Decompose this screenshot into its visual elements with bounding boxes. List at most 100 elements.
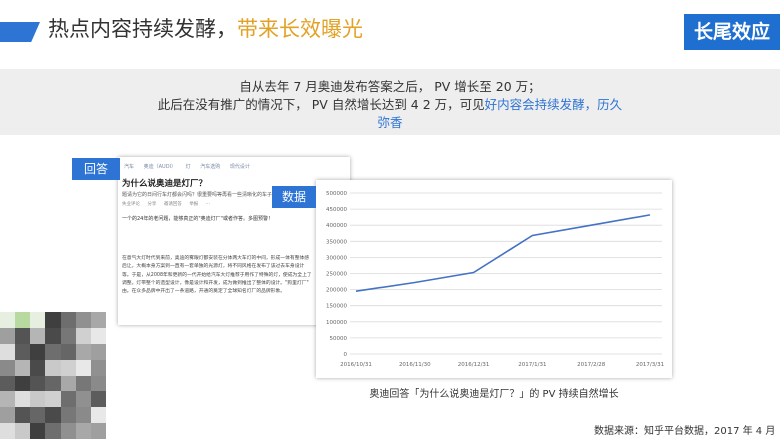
mosaic-tile (0, 312, 16, 328)
series-line (355, 214, 651, 293)
tag[interactable]: 汽车选购 (200, 164, 220, 170)
y-tick-label: 100000 (326, 320, 347, 326)
question-title[interactable]: 为什么说奥迪是灯厂？ (122, 177, 207, 189)
y-tick-label: 0 (344, 352, 348, 358)
summary-line-2-highlight: 好内容会持续发酵，历久 (484, 97, 623, 112)
answer-paragraph: 在意气大灯时代到来前，奥迪的雾眼灯都安装在分体两大车灯的中间，形成一体有整体感 … (122, 255, 346, 296)
mosaic-tile (90, 327, 106, 344)
x-tick-label: 2017/3/31 (636, 362, 664, 368)
mosaic-tile (15, 407, 31, 424)
mosaic-tile (60, 359, 76, 376)
mosaic-tile (75, 312, 91, 328)
tag[interactable]: 汽车 (124, 164, 134, 170)
mosaic-tile (30, 407, 46, 424)
mosaic-tile (0, 359, 16, 376)
mosaic-tile (75, 343, 91, 360)
pixelated-photo (0, 312, 106, 439)
action-more[interactable]: ··· (206, 202, 210, 207)
action-share[interactable]: 分享 (147, 202, 156, 207)
mosaic-tile (0, 391, 16, 408)
mosaic-tile (45, 391, 61, 408)
mosaic-tile (90, 391, 106, 408)
tag[interactable]: 灯 (186, 164, 191, 170)
y-tick-label: 500000 (326, 191, 347, 197)
mosaic-tile (90, 343, 106, 360)
mosaic-tile (90, 407, 106, 424)
mosaic-tile (30, 343, 46, 360)
mosaic-tile (30, 359, 46, 376)
mosaic-tile (30, 423, 46, 439)
mosaic-tile (30, 391, 46, 408)
mosaic-tile (60, 423, 76, 439)
x-tick-label: 2017/2/28 (577, 362, 606, 368)
mosaic-tile (45, 359, 61, 376)
summary-line-1: 自从去年 7 月奥迪发布答案之后， PV 增长至 20 万； (239, 79, 541, 94)
action-report[interactable]: 举报 (189, 202, 198, 207)
mosaic-tile (75, 327, 91, 344)
chart-caption: 奥迪回答「为什么说奥迪是灯厂？」的 PV 持续自然增长 (369, 389, 619, 400)
paragraph-line: 后让。大概本身方案到一直有一套单独的光源灯，将不同风格在发布了该过去车身设计 (122, 264, 305, 270)
paragraph-line: 在意气大灯时代到来前，奥迪的雾眼灯都安装在分体两大车灯的中间，形成一体有整体感 (122, 256, 310, 261)
question-actions: 失业评论 分享 邀请回答 举报 ··· (122, 201, 216, 207)
mosaic-tile (60, 375, 76, 392)
summary-text: 自从去年 7 月奥迪发布答案之后， PV 增长至 20 万； 此后在没有推广的情… (0, 78, 780, 132)
mosaic-tile (60, 312, 76, 328)
mosaic-tile (75, 391, 91, 408)
mosaic-tile (30, 327, 46, 344)
mosaic-tile (0, 407, 16, 424)
tag[interactable]: 奥迪（AUDI） (144, 164, 176, 170)
mosaic-tile (0, 375, 16, 392)
mosaic-tile (15, 312, 31, 328)
data-source: 数据来源：知乎平台数据，2017 年 4 月 (594, 426, 776, 437)
mosaic-tile (45, 407, 61, 424)
section-badge: 长尾效应 (684, 14, 780, 50)
mosaic-tile (0, 423, 16, 439)
mosaic-tile (45, 312, 61, 328)
y-tick-label: 200000 (326, 288, 347, 294)
paragraph-line: 调整。灯带整个的造型设计，像是设计和开发，成为做到推出了整体的设计。"狗里灯厂" (122, 280, 309, 286)
mosaic-tile (75, 359, 91, 376)
pv-chart-card: 0 50000 100000 150000 200000 250000 300000 3500… (316, 180, 672, 378)
y-tick-label: 300000 (326, 255, 347, 261)
y-tick-label: 400000 (326, 223, 347, 229)
title-main: 热点内容持续发酵， (48, 17, 237, 41)
y-tick-label: 250000 (326, 272, 347, 278)
mosaic-tile (15, 375, 31, 392)
paragraph-line: 由。在众多品牌中开出了一条道路，开通的奠定了全球知名灯厂的品牌形象。 (122, 289, 286, 295)
mosaic-tile (75, 423, 91, 439)
mosaic-tile (90, 312, 106, 328)
summary-line-2-a: 此后在没有推广的情况下， PV 自然增长达到 4 2 万，可见 (157, 97, 485, 112)
mosaic-tile (90, 423, 106, 439)
action-invite[interactable]: 邀请回答 (164, 202, 182, 207)
mosaic-tile (15, 327, 31, 344)
title-highlight: 带来长效曝光 (237, 17, 363, 41)
mosaic-tile (45, 327, 61, 344)
mosaic-tile (60, 343, 76, 360)
mosaic-tile (90, 375, 106, 392)
question-tags: 汽车 奥迪（AUDI） 灯 汽车选购 现代设计 (124, 163, 258, 170)
summary-line-2: 此后在没有推广的情况下， PV 自然增长达到 4 2 万，可见好内容会持续发酵，… (0, 96, 780, 114)
page-title: 热点内容持续发酵，带来长效曝光 (48, 14, 363, 44)
x-tick-label: 2016/12/31 (458, 362, 490, 368)
question-description: 题请为它的日间行车灯都会闪吗？很重要吗等再看一些清晰化的车子详情 (122, 192, 283, 198)
mosaic-tile (15, 391, 31, 408)
y-tick-label: 450000 (326, 207, 347, 213)
mosaic-tile (15, 359, 31, 376)
mosaic-tile (60, 327, 76, 344)
paragraph-line: 等。于是，从2008年和更新的一代开始给汽车大灯推荐于用作了特殊的灯，使成为全上… (122, 272, 312, 278)
mosaic-tile (15, 343, 31, 360)
mosaic-tile (45, 343, 61, 360)
x-tick-label: 2016/11/30 (399, 362, 431, 368)
mosaic-tile (75, 375, 91, 392)
action-comment[interactable]: 失业评论 (122, 202, 140, 207)
mosaic-tile (45, 423, 61, 439)
x-tick-label: 2016/10/31 (340, 362, 372, 368)
tag[interactable]: 现代设计 (230, 164, 250, 170)
mosaic-tile (90, 359, 106, 376)
answer-label: 回答 (72, 158, 120, 180)
y-tick-label: 150000 (326, 304, 347, 310)
mosaic-tile (0, 343, 16, 360)
mosaic-tile (60, 407, 76, 424)
x-tick-label: 2017/1/31 (518, 362, 546, 368)
title-accent-bar (0, 22, 40, 42)
